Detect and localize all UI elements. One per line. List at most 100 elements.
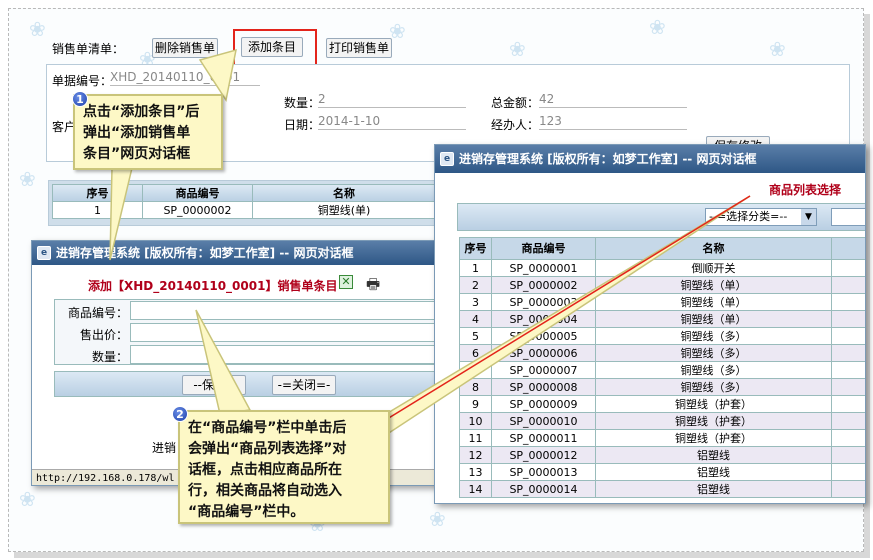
cell-name: 铜塑线（多）	[595, 361, 832, 379]
cell-index: 2	[459, 276, 492, 294]
cell-name: 铜塑线（单）	[595, 276, 832, 294]
cell-index: 7	[459, 361, 492, 379]
cell-code: SP_0000002	[142, 201, 253, 219]
cell-extra	[831, 344, 865, 362]
flower-decoration: ❀	[649, 15, 666, 39]
cell-extra	[831, 327, 865, 345]
table-row[interactable]: 13 SP_0000013 铝塑线	[459, 463, 865, 481]
callout-line: 会弹出“商品列表选择”对	[188, 441, 347, 457]
printer-icon[interactable]: 🖶	[366, 274, 380, 299]
add-item-button[interactable]: 添加条目	[241, 37, 303, 57]
cell-index: 13	[459, 463, 492, 481]
price-input[interactable]	[130, 323, 450, 342]
table-row[interactable]: 7 SP_0000007 铜塑线（多）	[459, 361, 865, 379]
table-row[interactable]: 14 SP_0000014 铝塑线	[459, 480, 865, 498]
window-icon: e	[37, 246, 51, 260]
product-list-heading: 商品列表选择	[769, 183, 842, 197]
cell-code: SP_0000002	[491, 276, 596, 294]
cell-code: SP_0000003	[491, 293, 596, 311]
product-code-label: 商品编号：	[67, 306, 128, 320]
cell-name: 铜塑线（护套）	[595, 412, 832, 430]
cell-extra	[831, 395, 865, 413]
dialog-close-button[interactable]: -=关闭=-	[272, 375, 336, 395]
table-row[interactable]: 10 SP_0000010 铜塑线（护套）	[459, 412, 865, 430]
cell-code: SP_0000001	[491, 259, 596, 277]
cell-name: 铜塑线（多）	[595, 344, 832, 362]
flower-decoration: ❀	[509, 37, 526, 61]
doc-no-label: 单据编号：	[52, 74, 113, 88]
flower-decoration: ❀	[429, 507, 446, 531]
table-row[interactable]: 1 SP_0000001 倒顺开关	[459, 259, 865, 277]
total-label: 总金额：	[491, 96, 540, 110]
table-row[interactable]: 5 SP_0000005 铜塑线（多）	[459, 327, 865, 345]
table-row[interactable]: 12 SP_0000012 铝塑线	[459, 446, 865, 464]
flower-decoration: ❀	[19, 487, 36, 511]
cell-name: 铜塑线（护套）	[595, 395, 832, 413]
excel-export-icon[interactable]: ✕	[339, 275, 353, 289]
price-label: 售出价：	[79, 328, 128, 342]
chevron-down-icon: ▼	[801, 209, 816, 225]
table-row[interactable]: 3 SP_0000003 铜塑线（单）	[459, 293, 865, 311]
cell-name: 铜塑线（多）	[595, 378, 832, 396]
print-sale-button[interactable]: 打印销售单	[326, 38, 392, 58]
cell-extra	[831, 276, 865, 294]
cell-extra	[831, 463, 865, 481]
cell-index: 5	[459, 327, 492, 345]
category-select[interactable]: --=选择分类=-- ▼	[705, 208, 817, 226]
dialog-save-button[interactable]: --保存--	[182, 375, 246, 395]
cell-index: 4	[459, 310, 492, 328]
cell-name: 倒顺开关	[595, 259, 832, 277]
callout-step-one: 点击“添加条目”后 弹出“添加销售单 条目”网页对话框	[73, 94, 223, 170]
cell-code: SP_0000010	[491, 412, 596, 430]
cell-extra	[831, 310, 865, 328]
table-row[interactable]: 4 SP_0000004 铜塑线（单）	[459, 310, 865, 328]
callout-line: 行，相关商品将自动选入	[188, 483, 342, 499]
table-row[interactable]: 9 SP_0000009 铜塑线（护套）	[459, 395, 865, 413]
table-row[interactable]: 1 SP_0000002 铜塑线(单)	[52, 201, 436, 219]
table-row[interactable]: 8 SP_0000008 铜塑线（多）	[459, 378, 865, 396]
col-header-code: 商品编号	[142, 184, 253, 202]
cell-index: 1	[52, 201, 143, 219]
cell-index: 12	[459, 446, 492, 464]
total-field[interactable]: 42	[539, 90, 687, 108]
dialog-titlebar[interactable]: e 进销存管理系统 [版权所有：如梦工作室] -- 网页对话框	[32, 241, 450, 265]
qty-field[interactable]: 2	[318, 90, 466, 108]
dialog-titlebar[interactable]: e 进销存管理系统 [版权所有：如梦工作室] -- 网页对话框	[435, 145, 865, 173]
table-row[interactable]: 2 SP_0000002 铜塑线（单）	[459, 276, 865, 294]
product-list-dialog: e 进销存管理系统 [版权所有：如梦工作室] -- 网页对话框 商品列表选择 -…	[434, 144, 866, 504]
dialog-title: 进销存管理系统 [版权所有：如梦工作室] -- 网页对话框	[459, 152, 757, 166]
quantity-label: 数量：	[91, 350, 128, 364]
cell-name: 铜塑线（多）	[595, 327, 832, 345]
callout-line: 条目”网页对话框	[83, 146, 191, 162]
cell-extra	[831, 259, 865, 277]
date-label: 日期：	[284, 118, 321, 132]
cell-index: 11	[459, 429, 492, 447]
date-field[interactable]: 2014-1-10	[318, 112, 466, 130]
delete-sale-button[interactable]: 删除销售单	[152, 38, 218, 58]
cell-extra	[831, 361, 865, 379]
cell-index: 1	[459, 259, 492, 277]
cell-name: 铜塑线(单)	[252, 201, 436, 219]
search-input[interactable]	[831, 208, 865, 226]
cell-index: 3	[459, 293, 492, 311]
col-header-name: 名称	[252, 184, 436, 202]
table-row[interactable]: 11 SP_0000011 铜塑线（护套）	[459, 429, 865, 447]
cell-code: SP_0000007	[491, 361, 596, 379]
cell-index: 6	[459, 344, 492, 362]
col-header-code: 商品编号	[491, 237, 596, 260]
doc-no-field[interactable]: XHD_20140110_0001	[110, 68, 260, 86]
sale-items-table: 序号 商品编号 名称 1 SP_0000002 铜塑线(单)	[52, 184, 436, 219]
cell-name: 铜塑线（单）	[595, 293, 832, 311]
quantity-input[interactable]	[130, 345, 450, 364]
step-one-badge: 1	[72, 91, 88, 107]
product-code-input[interactable]	[130, 301, 450, 320]
cell-code: SP_0000004	[491, 310, 596, 328]
cell-extra	[831, 378, 865, 396]
table-row[interactable]: 6 SP_0000006 铜塑线（多）	[459, 344, 865, 362]
cell-code: SP_0000005	[491, 327, 596, 345]
col-header-name: 名称	[595, 237, 832, 260]
cell-extra	[831, 412, 865, 430]
cell-extra	[831, 480, 865, 498]
handler-field[interactable]: 123	[539, 112, 687, 130]
cell-name: 铝塑线	[595, 446, 832, 464]
